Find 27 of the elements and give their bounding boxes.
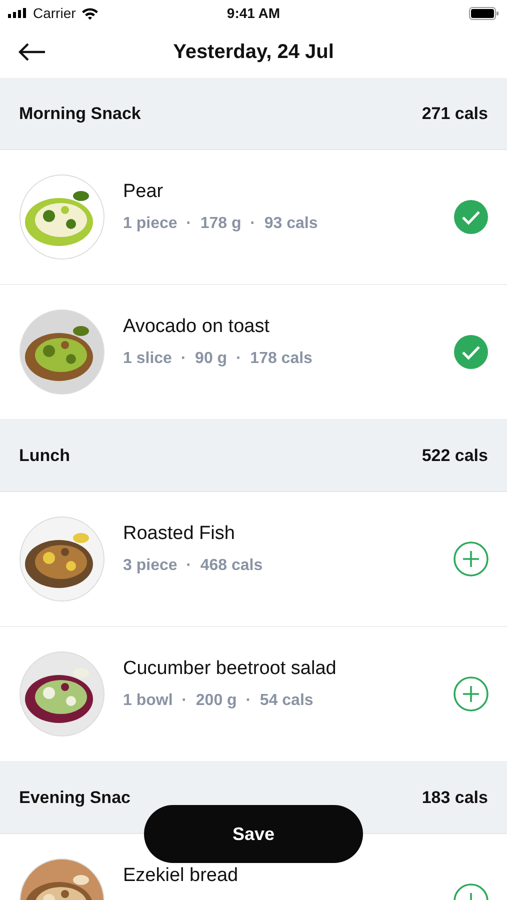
meal-calories: 183 cals [422, 788, 488, 808]
food-details: 1 bowl · 200 g · 54 cals [123, 692, 314, 710]
back-arrow-icon [18, 42, 46, 62]
meal-name: Morning Snack [19, 104, 141, 124]
food-details: 3 piece · 468 cals [123, 556, 264, 575]
meal-calories: 271 cals [422, 104, 488, 124]
food-name: Cucumber beetroot salad [123, 659, 338, 680]
food-name: Pear [123, 182, 164, 203]
add-icon[interactable] [453, 541, 489, 577]
meal-calories: 522 cals [422, 446, 488, 466]
status-time: 9:41 AM [226, 5, 280, 21]
food-details: 1 slice · 90 g · 178 cals [123, 350, 314, 368]
battery-icon [469, 6, 499, 20]
food-name: Ezekiel bread [123, 866, 240, 887]
screen-title: Yesterday, 24 Jul [173, 40, 334, 64]
add-icon[interactable] [453, 676, 489, 712]
save-button[interactable]: Save [144, 805, 363, 863]
food-details: 1 piece · 178 g · 93 cals [123, 214, 319, 233]
meal-name: Lunch [19, 446, 70, 466]
signal-icon [8, 8, 28, 18]
carrier-name: Carrier [33, 5, 76, 21]
check-icon[interactable] [453, 199, 489, 235]
food-name: Avocado on toast [123, 317, 270, 338]
food-name: Roasted Fish [123, 524, 236, 545]
meal-name: Evening Snac [19, 788, 130, 808]
wifi-icon [80, 6, 99, 20]
check-icon[interactable] [453, 334, 489, 370]
